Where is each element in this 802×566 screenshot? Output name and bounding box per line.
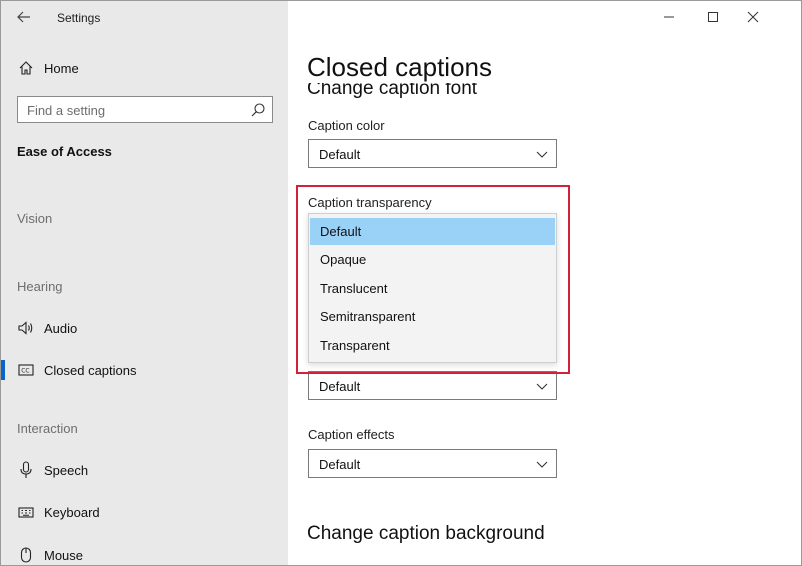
option-opaque[interactable]: Opaque [310, 246, 555, 273]
caption-color-label: Caption color [308, 118, 385, 133]
microphone-icon [17, 461, 35, 479]
search-input[interactable]: Find a setting [17, 96, 273, 123]
sidebar-item-label: Closed captions [44, 362, 137, 378]
option-transparent[interactable]: Transparent [310, 332, 555, 359]
section-title: Ease of Access [17, 144, 112, 159]
caption-effects-label: Caption effects [308, 427, 395, 442]
sidebar-item-label: Speech [44, 462, 89, 478]
svg-text:CC: CC [21, 368, 29, 375]
chevron-down-icon [536, 151, 548, 158]
group-header-hearing: Hearing [17, 279, 63, 294]
settings-window: Settings Home Find a setting Ease of Acc… [0, 0, 802, 566]
group-header-interaction: Interaction [17, 421, 78, 436]
home-icon [17, 59, 35, 77]
sidebar-item-home[interactable]: Home [1, 51, 288, 85]
caption-color-dropdown[interactable]: Default [308, 139, 557, 168]
maximize-icon[interactable] [705, 9, 721, 25]
sidebar-item-label: Mouse [44, 547, 84, 563]
closed-captions-icon: CC [17, 361, 35, 379]
search-icon[interactable] [250, 102, 266, 118]
group-header-vision: Vision [17, 211, 53, 226]
sidebar-item-closed-captions[interactable]: CC Closed captions [1, 353, 288, 387]
sidebar: Settings Home Find a setting Ease of Acc… [1, 1, 288, 565]
sidebar-item-keyboard[interactable]: Keyboard [1, 495, 288, 529]
sidebar-item-label: Home [44, 60, 79, 76]
sidebar-item-label: Keyboard [44, 504, 100, 520]
app-title: Settings [57, 11, 101, 25]
close-icon[interactable] [745, 9, 761, 25]
back-arrow-icon[interactable] [15, 8, 33, 26]
sidebar-item-speech[interactable]: Speech [1, 453, 288, 487]
caption-background-heading: Change caption background [307, 523, 545, 544]
speaker-icon [17, 319, 35, 337]
sidebar-item-mouse[interactable]: Mouse [1, 538, 288, 565]
option-translucent[interactable]: Translucent [310, 275, 555, 302]
minimize-icon[interactable] [661, 9, 677, 25]
caption-color-value: Default [319, 147, 361, 162]
caption-effects-value: Default [319, 457, 361, 472]
mouse-icon [17, 546, 35, 564]
window-controls [661, 1, 801, 33]
caption-transparency-label: Caption transparency [308, 195, 432, 210]
caption-effects-dropdown[interactable]: Default [308, 449, 557, 478]
sidebar-item-audio[interactable]: Audio [1, 311, 288, 345]
option-semitransparent[interactable]: Semitransparent [310, 303, 555, 330]
caption-transparency-dropdown[interactable]: Default [308, 371, 557, 400]
transparency-options-list: Default Opaque Translucent Semitranspare… [308, 213, 557, 363]
search-placeholder: Find a setting [27, 103, 106, 118]
caption-transparency-value: Default [319, 379, 361, 394]
main-content: Change caption font Closed captions Capt… [288, 1, 801, 565]
chevron-down-icon [536, 461, 548, 468]
titlebar-left: Settings [1, 1, 288, 33]
page-title: Closed captions [307, 52, 512, 83]
option-default[interactable]: Default [310, 218, 555, 245]
keyboard-icon [17, 503, 35, 521]
chevron-down-icon [536, 383, 548, 390]
sidebar-item-label: Audio [44, 320, 78, 336]
